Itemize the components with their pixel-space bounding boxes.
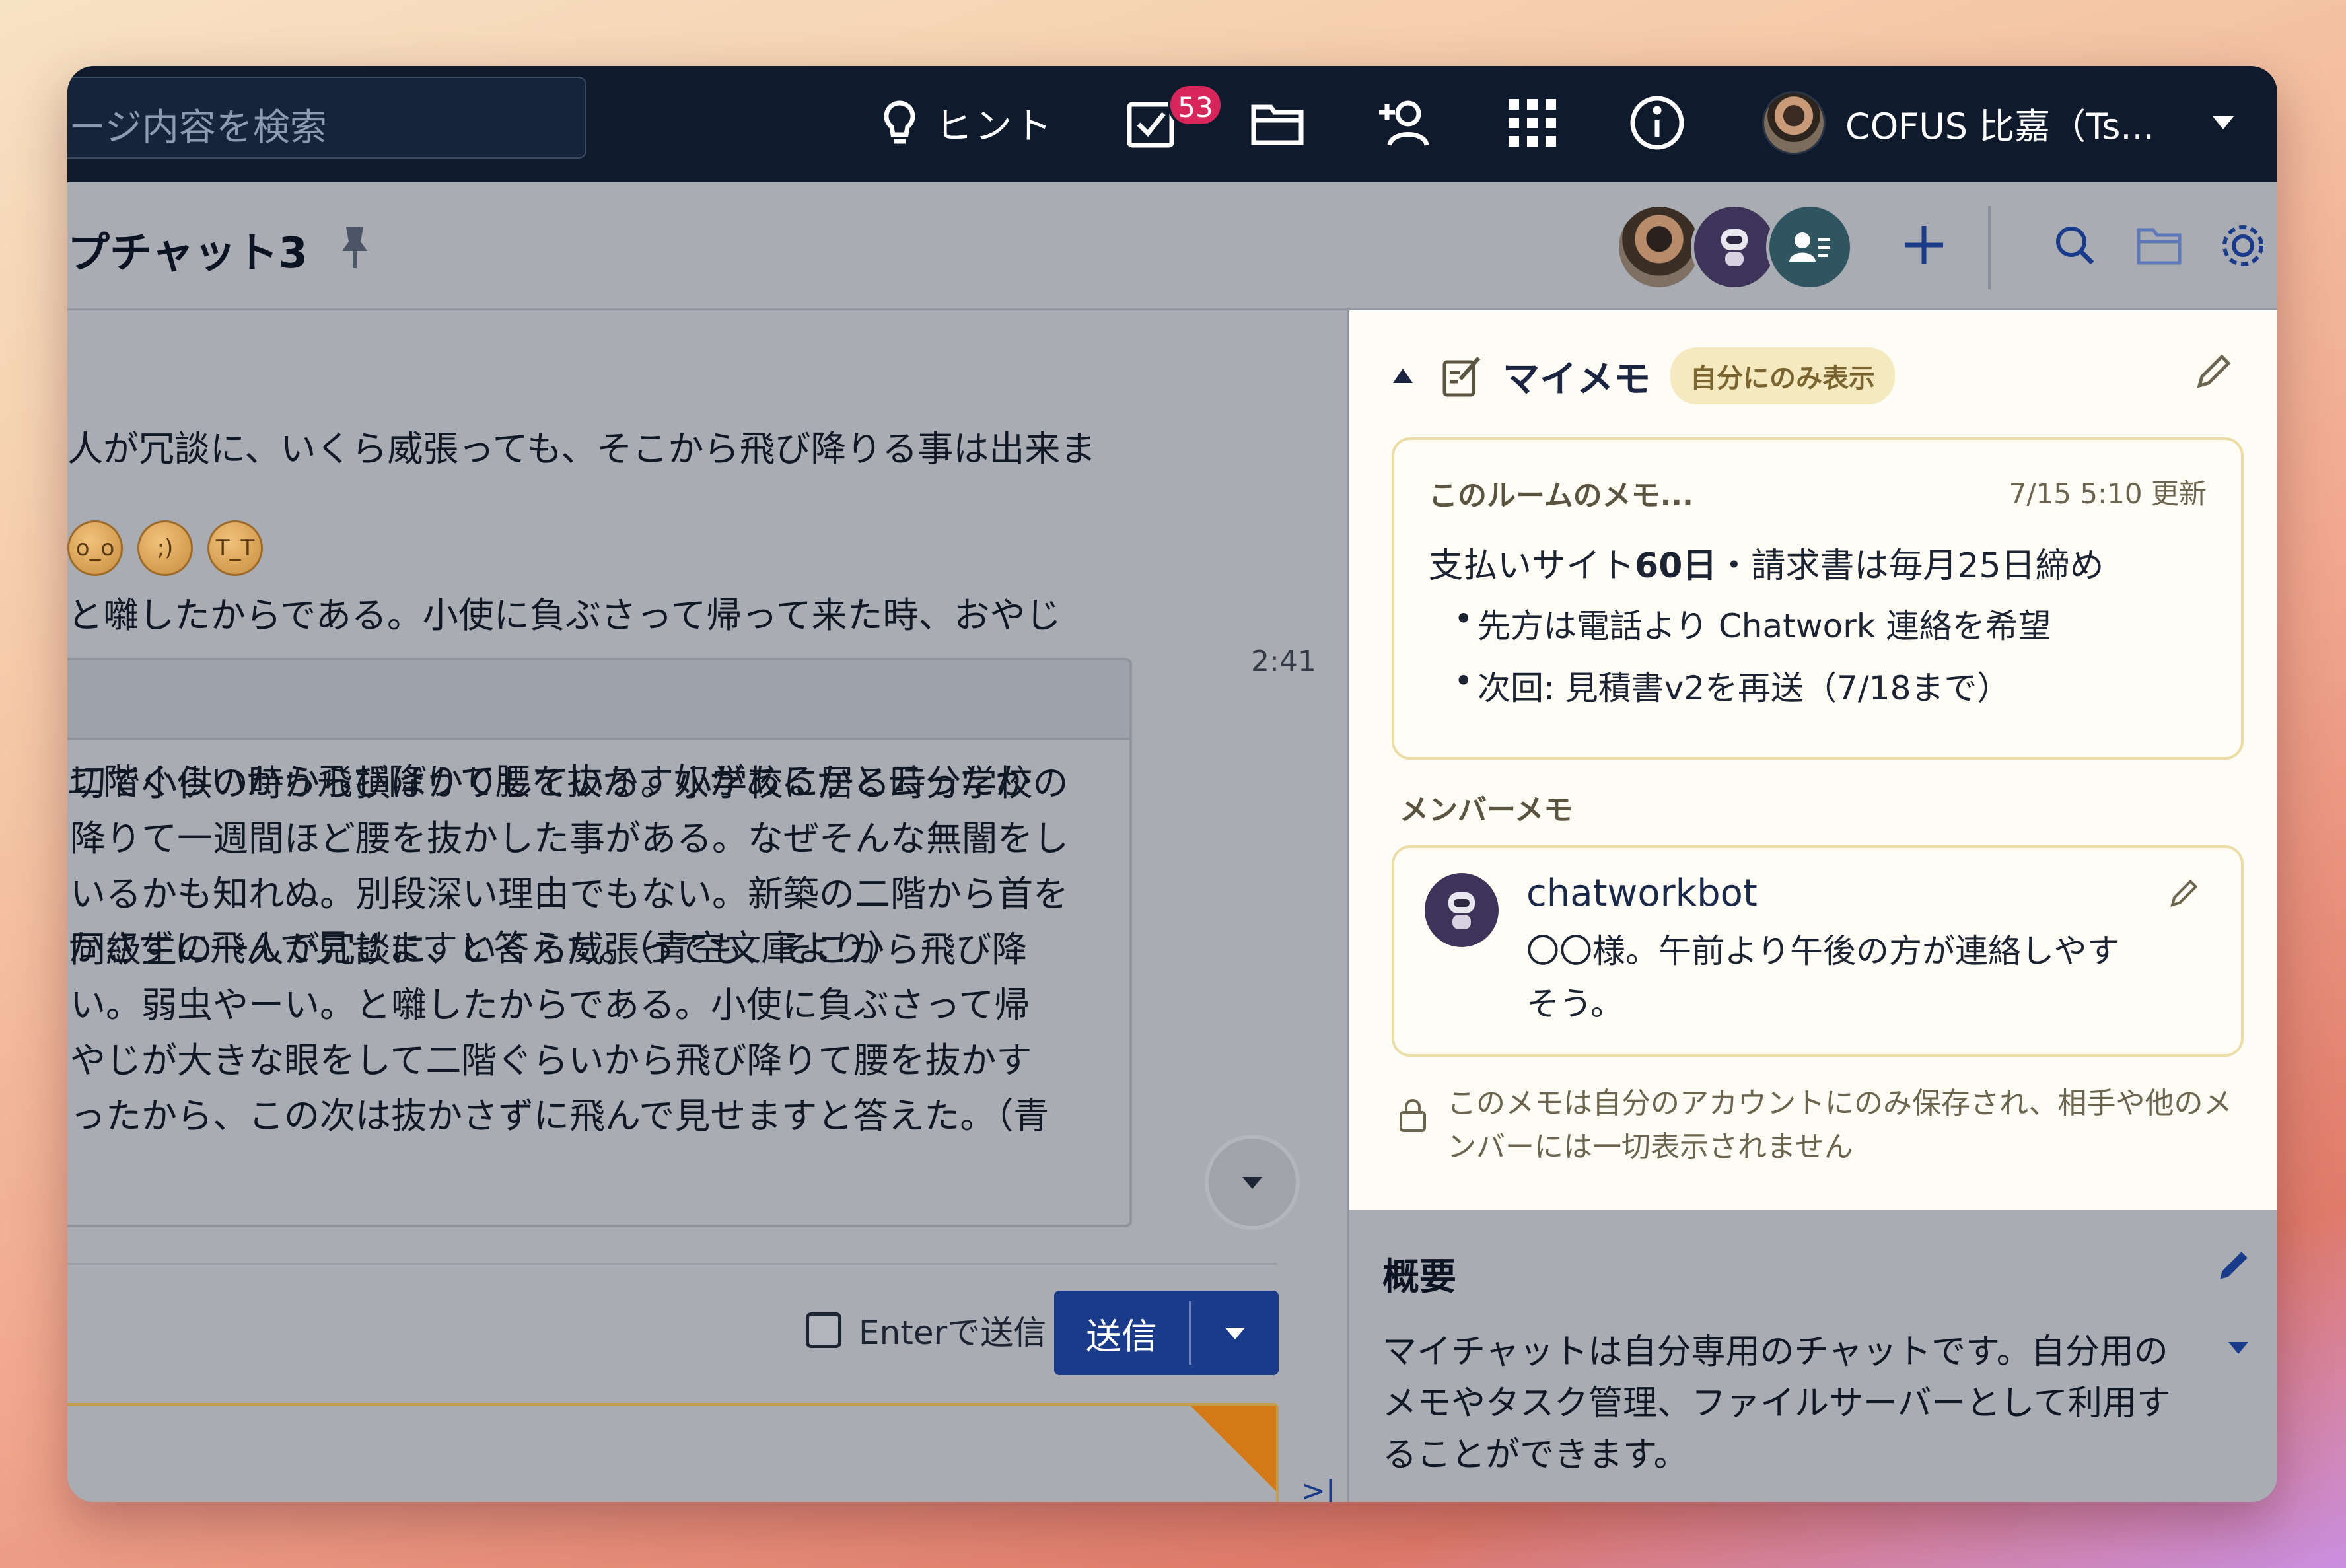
member-avatar-photo[interactable] [1616, 203, 1703, 291]
member-memo-name: chatworkbot [1526, 872, 1758, 915]
quote-line: 同級生の一人が冗談に、いくら威張っても、そこから飛び降 [70, 929, 1028, 970]
message-input[interactable] [67, 1403, 1279, 1502]
info-button[interactable] [1629, 90, 1686, 156]
hint-label: ヒント [935, 104, 1054, 148]
scroll-to-bottom-button[interactable] [1209, 1139, 1296, 1226]
sad-emoji-icon[interactable]: T_T [207, 520, 263, 576]
privacy-note-text: このメモは自分のアカウントにのみ保存され、相手や他のメンバーには一切表示されませ… [1447, 1087, 2232, 1164]
privacy-note: このメモは自分のアカウントにのみ保存され、相手や他のメンバーには一切表示されませ… [1398, 1082, 2250, 1169]
room-memo-updated: 7/15 5:10 更新 [2008, 478, 2207, 510]
my-memo-section: マイメモ 自分にのみ表示 このルームのメモ... 7/15 5:10 更新 支払… [1349, 310, 2277, 1210]
quoted-message: 切で小供の時から損ばかりしている。小学校に居る時分学校の 降りて一週間ほど腰を抜か… [67, 658, 1132, 1227]
member-list-button[interactable] [1766, 203, 1853, 291]
quote-line: やじが大きな眼をして二階ぐらいから飛び降りて腰を抜かす [70, 1040, 1032, 1081]
folder-icon[interactable] [2135, 222, 2184, 268]
reaction-row: o_o ;) T_T [67, 520, 263, 576]
chevron-down-icon [2212, 116, 2234, 129]
add-member-icon[interactable] [1901, 222, 1947, 268]
header-divider [1988, 206, 1991, 289]
side-panel: マイメモ 自分にのみ表示 このルームのメモ... 7/15 5:10 更新 支払… [1347, 310, 2277, 1502]
lock-icon [1400, 1099, 1426, 1132]
chevron-down-icon[interactable] [2227, 1339, 2250, 1355]
memo-title: マイメモ [1503, 357, 1651, 401]
hint-button[interactable]: ヒント [880, 90, 1054, 156]
room-memo-title: このルームのメモ... [1429, 479, 1693, 513]
send-button-group: 送信 [1054, 1291, 1279, 1375]
room-memo-card[interactable]: このルームのメモ... 7/15 5:10 更新 支払いサイト60日・請求書は毎… [1392, 437, 2244, 760]
collapse-panel-button[interactable]: >| [1301, 1474, 1335, 1502]
folder-icon [1251, 104, 1304, 145]
robot-icon [1448, 892, 1475, 929]
message-timestamp: 2:41 [1251, 645, 1316, 678]
summary-text: マイチャットは自分専用のチャットです。自分用のメモやタスク管理、ファイルサーバー… [1382, 1332, 2171, 1475]
room-memo-bullets: 先方は電話より Chatwork 連絡を希望 次回: 見積書v2を再送（7/18… [1454, 600, 2051, 724]
pencil-icon[interactable] [2193, 351, 2234, 392]
send-button[interactable]: 送信 [1054, 1307, 1189, 1359]
quote-line: い。弱虫やーい。と囃したからである。小使に負ぶさって帰 [70, 984, 1030, 1026]
user-name: COFUS 比嘉（Ts... [1845, 105, 2154, 147]
quote-line: ったから、この次は抜かさずに飛んで見せますと答えた。（青 [70, 1095, 1049, 1137]
member-memo-label: メンバーメモ [1400, 793, 1573, 827]
enter-to-send-checkbox[interactable] [806, 1312, 841, 1348]
room-title: プチャット3 [67, 229, 308, 278]
user-avatar [1762, 91, 1826, 155]
contacts-button[interactable] [1379, 90, 1432, 156]
robot-icon [1721, 229, 1748, 266]
collapse-triangle-icon[interactable] [1392, 367, 1414, 384]
members-icon [1789, 232, 1830, 262]
add-contact-icon [1379, 100, 1429, 147]
send-options-button[interactable] [1191, 1325, 1279, 1341]
search-placeholder: ージ内容を検索 [69, 106, 327, 149]
room-memo-bullet: 次回: 見積書v2を再送（7/18まで） [1454, 662, 2051, 724]
lightbulb-icon [884, 100, 915, 144]
top-bar: ージ内容を検索 ヒント 53 COFUS 比嘉（Ts... [67, 66, 2277, 182]
self-only-badge: 自分にのみ表示 [1670, 347, 1895, 404]
quote-line: 降りて一週間ほど腰を抜かした事がある。なぜそんな無闇をし [70, 818, 1069, 859]
room-memo-line: 支払いサイト60日・請求書は毎月25日締め [1429, 538, 2104, 587]
tasks-button[interactable]: 53 [1124, 83, 1223, 156]
composer-divider [67, 1263, 1277, 1265]
room-members[interactable] [1616, 203, 1853, 291]
chat-area: 人が冗談に、いくら威張っても、そこから飛び降りる事は出来ま と囃したからである。… [67, 310, 1346, 1502]
apps-button[interactable] [1506, 90, 1559, 156]
app-window: ージ内容を検索 ヒント 53 COFUS 比嘉（Ts... プチャット3 人が冗… [67, 66, 2277, 1502]
wink-emoji-icon[interactable]: ;) [137, 520, 193, 576]
room-memo-bullet: 先方は電話より Chatwork 連絡を希望 [1454, 600, 2051, 662]
pencil-icon[interactable] [2215, 1247, 2252, 1284]
chatworkbot-avatar [1425, 873, 1499, 947]
quote-line: いるかも知れぬ。別段深い理由でもない。新築の二階から首を [70, 873, 1069, 915]
search-input[interactable]: ージ内容を検索 [67, 77, 586, 159]
memo-edit-icon [1442, 357, 1481, 397]
message-line: と囃したからである。小使に負ぶさって帰って来た時、おやじ [67, 594, 1061, 636]
surprised-emoji-icon[interactable]: o_o [67, 520, 123, 576]
grid-icon [1509, 99, 1556, 147]
summary-section: 概要 マイチャットは自分専用のチャットです。自分用のメモやタスク管理、ファイルサ… [1349, 1210, 2277, 1502]
memo-header[interactable]: マイメモ 自分にのみ表示 [1392, 347, 1895, 404]
user-menu[interactable]: COFUS 比嘉（Ts... [1762, 90, 2235, 156]
member-avatar-bot[interactable] [1691, 203, 1778, 291]
pin-icon[interactable] [339, 225, 370, 271]
member-memo-card[interactable]: chatworkbot 〇〇様。午前より午後の方が連絡しやすそう。 [1392, 845, 2244, 1057]
chevron-down-icon [1242, 1177, 1262, 1189]
quote-header [67, 660, 1129, 740]
search-icon[interactable] [2051, 222, 2098, 268]
gear-icon[interactable] [2219, 222, 2267, 269]
info-icon [1630, 96, 1684, 150]
room-header: プチャット3 [67, 182, 2277, 310]
room-memo-line-bold: 60日 [1635, 546, 1717, 586]
quote-line: 切で小供の時から損ばかりしている。小学校に居る時分学校の [70, 762, 1069, 804]
enter-to-send-label: Enterで送信 [859, 1314, 1047, 1352]
message-line: 人が冗談に、いくら威張っても、そこから飛び降りる事は出来ま [67, 428, 1096, 470]
mention-corner-icon [1190, 1406, 1276, 1491]
member-memo-text: 〇〇様。午前より午後の方が連絡しやすそう。 [1526, 932, 2120, 1023]
quote-body: 切で小供の時から損ばかりしている。小学校に居る時分学校の 降りて一週間ほど腰を抜か… [67, 740, 1129, 1144]
room-memo-line-suffix: ・請求書は毎月25日締め [1717, 546, 2104, 586]
pencil-icon[interactable] [2167, 877, 2200, 910]
enter-to-send-toggle[interactable]: Enterで送信 [806, 1306, 1046, 1354]
summary-title: 概要 [1382, 1256, 1456, 1299]
room-memo-line-prefix: 支払いサイト [1429, 546, 1635, 586]
chevron-down-icon [1225, 1328, 1245, 1339]
task-count-badge: 53 [1168, 83, 1223, 127]
files-button[interactable] [1250, 90, 1305, 156]
